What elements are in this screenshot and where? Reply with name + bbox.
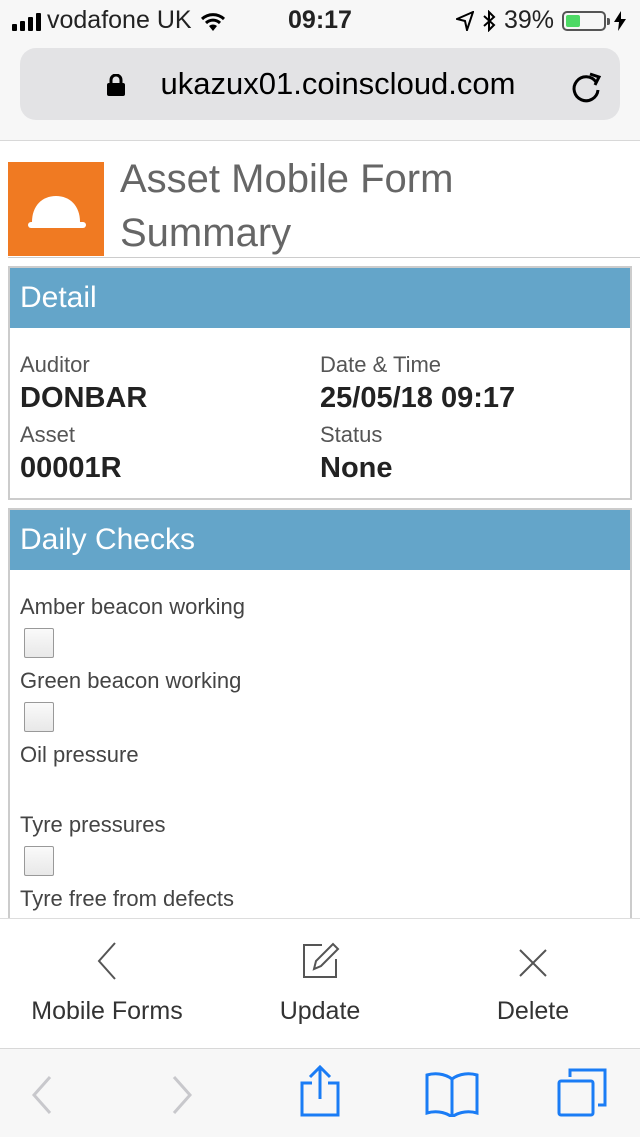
update-button[interactable]: Update <box>214 919 426 1049</box>
divider <box>8 257 640 258</box>
bookmarks-icon[interactable] <box>424 1071 480 1117</box>
check-label-tyre-defects: Tyre free from defects <box>20 886 234 911</box>
browser-forward-icon[interactable] <box>170 1075 194 1115</box>
battery-fill <box>566 14 580 27</box>
asset-label: Asset <box>20 422 76 447</box>
daily-checks-panel: Daily Checks Amber beacon working Green … <box>8 508 632 928</box>
check-label-oil-pressure: Oil pressure <box>20 742 139 767</box>
checkbox-tyre-pressures[interactable] <box>24 846 54 876</box>
browser-chrome: ukazux01.coinscloud.com <box>0 42 640 141</box>
datetime-value: 25/05/18 09:17 <box>320 382 516 414</box>
battery-icon <box>562 10 610 31</box>
checkbox-green-beacon[interactable] <box>24 702 54 732</box>
address-bar[interactable]: ukazux01.coinscloud.com <box>20 48 620 120</box>
browser-toolbar <box>0 1048 640 1137</box>
battery-percent: 39% <box>503 6 554 34</box>
browser-back-icon[interactable] <box>30 1075 54 1115</box>
location-icon <box>455 10 474 31</box>
action-toolbar: Mobile Forms Update Delete <box>0 918 640 1049</box>
page-title-line1: Asset Mobile Form <box>120 157 454 201</box>
detail-heading: Detail <box>10 268 630 328</box>
checkbox-amber-beacon[interactable] <box>24 628 54 658</box>
app-logo <box>8 162 104 256</box>
daily-checks-heading: Daily Checks <box>10 510 630 570</box>
page-title: Asset Mobile Form Summary <box>120 152 620 260</box>
tabs-icon[interactable] <box>556 1067 608 1117</box>
page-title-line2: Summary <box>120 211 292 255</box>
delete-label: Delete <box>496 997 570 1025</box>
url-text: ukazux01.coinscloud.com <box>160 66 516 101</box>
auditor-value: DONBAR <box>20 382 148 414</box>
asset-value: 00001R <box>20 452 122 484</box>
chevron-left-icon <box>97 942 116 980</box>
reload-icon[interactable] <box>568 68 604 104</box>
status-bar: vodafone UK 09:17 39% <box>0 0 640 42</box>
check-label-amber-beacon: Amber beacon working <box>20 594 246 619</box>
share-icon[interactable] <box>298 1065 342 1117</box>
delete-button[interactable]: Delete <box>426 919 640 1049</box>
hard-hat-icon <box>28 196 86 228</box>
update-label: Update <box>279 997 361 1025</box>
edit-icon <box>303 942 340 978</box>
status-label: Status <box>320 422 383 447</box>
check-label-tyre-pressures: Tyre pressures <box>20 812 166 837</box>
status-right: 39% <box>455 6 626 35</box>
check-label-green-beacon: Green beacon working <box>20 668 242 693</box>
charging-icon <box>614 10 626 31</box>
bluetooth-icon <box>483 9 496 32</box>
datetime-label: Date & Time <box>320 352 442 377</box>
auditor-label: Auditor <box>20 352 90 377</box>
mobile-forms-label: Mobile Forms <box>31 997 183 1025</box>
close-icon <box>519 949 547 977</box>
mobile-forms-button[interactable]: Mobile Forms <box>0 919 214 1049</box>
detail-panel: Detail Auditor DONBAR Date & Time 25/05/… <box>8 266 632 500</box>
status-value: None <box>320 452 393 484</box>
